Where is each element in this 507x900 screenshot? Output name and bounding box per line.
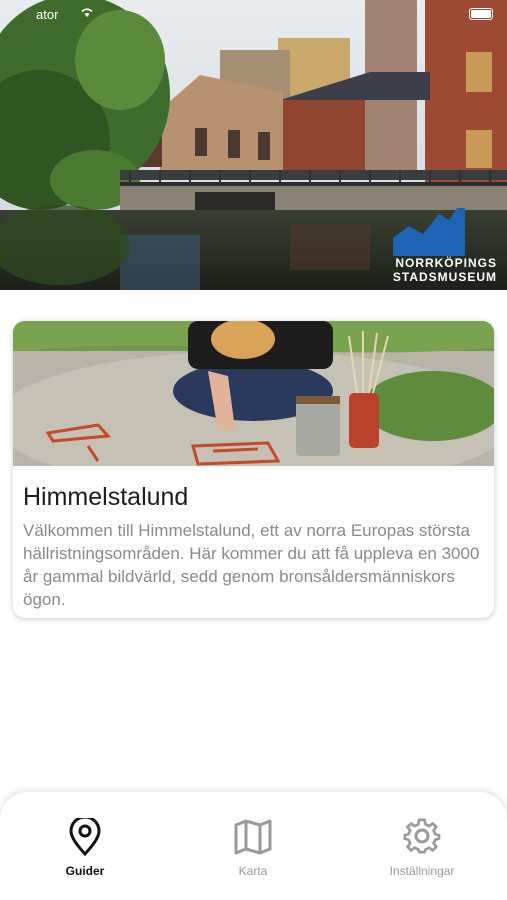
museum-logo: NORRKÖPINGS STADSMUSEUM bbox=[392, 208, 497, 284]
tab-karta-label: Karta bbox=[238, 864, 268, 878]
tab-bar: Guider Karta Inställningar bbox=[0, 792, 507, 900]
map-icon bbox=[234, 819, 272, 855]
hero-image: NORRKÖPINGS STADSMUSEUM bbox=[0, 0, 507, 290]
wifi-icon bbox=[81, 8, 93, 17]
guide-card[interactable]: Himmelstalund Välkommen till Himmelstalu… bbox=[13, 321, 494, 618]
map-pin-icon bbox=[69, 818, 101, 856]
carrier-label: ator bbox=[36, 7, 59, 22]
tab-guider[interactable]: Guider bbox=[25, 818, 145, 878]
logo-line-2: STADSMUSEUM bbox=[392, 270, 497, 284]
logo-line-1: NORRKÖPINGS bbox=[395, 256, 497, 270]
guide-card-title: Himmelstalund bbox=[23, 483, 189, 511]
guide-card-image bbox=[13, 321, 494, 466]
tab-installningar-label: Inställningar bbox=[389, 864, 455, 878]
tab-installningar[interactable]: Inställningar bbox=[362, 818, 482, 878]
guide-card-description: Välkommen till Himmelstalund, ett av nor… bbox=[23, 521, 480, 609]
tab-karta[interactable]: Karta bbox=[193, 818, 313, 878]
tab-guider-label: Guider bbox=[65, 864, 105, 878]
battery-icon bbox=[469, 8, 493, 20]
museum-logo-icon bbox=[392, 208, 465, 256]
gear-icon bbox=[403, 818, 441, 854]
status-bar: ator bbox=[0, 0, 507, 28]
